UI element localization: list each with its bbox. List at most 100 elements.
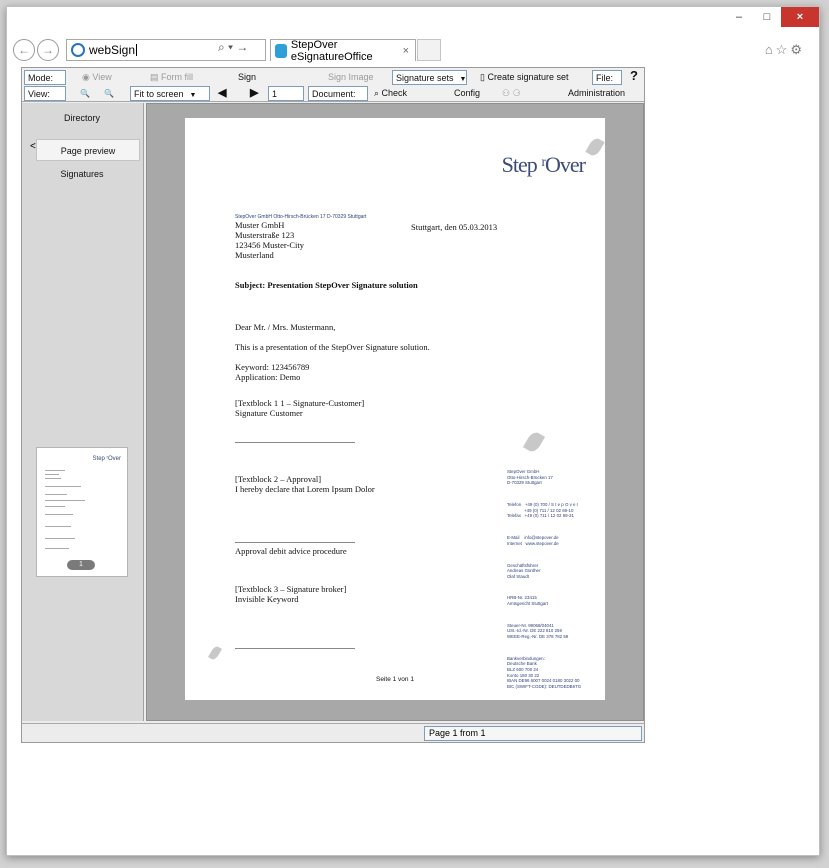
page-footer: Seite 1 von 1 bbox=[376, 676, 414, 683]
address-line: 123456 Muster-City bbox=[235, 240, 305, 250]
footer-block: Bankverbindungen: Deutsche Bank BLZ 600 … bbox=[507, 655, 582, 689]
back-button[interactable]: ← bbox=[13, 39, 35, 61]
page-number-input[interactable]: 1 bbox=[268, 86, 304, 101]
textblock-3-text: Invisible Keyword bbox=[235, 594, 299, 604]
browser-window: ‒ □ × ← → webSign ⌕ ▾ → StepOver eSignat… bbox=[6, 6, 820, 856]
letter-intro: This is a presentation of the StepOver S… bbox=[235, 342, 430, 352]
address-line: Musterstraße 123 bbox=[235, 230, 295, 240]
home-favorites-settings-icons[interactable]: ⌂☆⚙ bbox=[765, 42, 805, 58]
textblock-1-label: [Textblock 1 1 – Signature-Customer] bbox=[235, 398, 365, 408]
thumb-line bbox=[45, 500, 85, 501]
footer-block: Steuer-Nr. 99068/04041 USt.-Id.-Nr. DE 2… bbox=[507, 622, 569, 640]
zoom-out-icon[interactable]: 🔍 bbox=[104, 86, 114, 101]
thumbnail-logo: Step ʳOver bbox=[92, 456, 121, 462]
signature-line[interactable] bbox=[235, 442, 355, 443]
thumb-line bbox=[45, 514, 73, 515]
sidebar: Directory Page preview < Signatures Step… bbox=[22, 103, 144, 721]
leaf-icon bbox=[208, 644, 222, 662]
eye-icon: ◉ bbox=[82, 72, 93, 82]
ie-icon bbox=[71, 43, 85, 57]
document-page: Step ʳOver StepOver GmbH Otto-Hirsch-Brü… bbox=[185, 118, 605, 700]
config-button[interactable]: Config bbox=[454, 86, 480, 101]
form-icon: ▤ bbox=[150, 72, 162, 82]
footer-block: HRB-Nr. 23415 Amtsgericht Stuttgart bbox=[507, 595, 548, 607]
form-fill-button[interactable]: ▤ Form fill bbox=[150, 70, 193, 85]
footer-block: E-Mail info@stepover.de Internet www.ste… bbox=[507, 535, 559, 546]
letter-application: Application: Demo bbox=[235, 372, 301, 382]
sign-button[interactable]: Sign bbox=[238, 70, 256, 85]
zoom-in-icon[interactable]: 🔍 bbox=[80, 86, 90, 101]
previous-page-button[interactable]: ◀ bbox=[218, 86, 226, 99]
page-status: Page 1 from 1 bbox=[424, 726, 642, 741]
mode-label: Mode: bbox=[24, 70, 66, 85]
document-label: Document: bbox=[308, 86, 368, 101]
arrow-left-icon: ◀ bbox=[218, 87, 227, 99]
search-refresh-icons[interactable]: ⌕ ▾ → bbox=[218, 40, 248, 55]
arrow-right-icon: ▶ bbox=[250, 87, 259, 99]
minimize-button[interactable]: ‒ bbox=[725, 7, 753, 27]
close-window-button[interactable]: × bbox=[781, 7, 819, 27]
page-thumbnail[interactable]: Step ʳOver 1 bbox=[36, 447, 128, 577]
sidebar-item-signatures[interactable]: Signatures bbox=[22, 163, 142, 185]
approval-text: Approval debit advice procedure bbox=[235, 546, 347, 556]
maximize-button[interactable]: □ bbox=[753, 7, 781, 27]
collapse-arrow-icon[interactable]: < bbox=[30, 141, 36, 152]
thumb-line bbox=[45, 506, 65, 507]
thumb-line bbox=[45, 470, 65, 471]
status-bar: Page 1 from 1 bbox=[22, 723, 644, 742]
favicon-icon bbox=[275, 43, 287, 58]
next-page-button[interactable]: ▶ bbox=[250, 86, 258, 99]
thumb-line bbox=[45, 478, 61, 479]
new-tab-button[interactable] bbox=[417, 39, 441, 61]
sidebar-item-page-preview[interactable]: Page preview bbox=[36, 139, 140, 161]
address-line: Muster GmbH bbox=[235, 220, 285, 230]
text-cursor bbox=[136, 44, 138, 56]
tab-title: StepOver eSignatureOffice bbox=[290, 38, 373, 63]
view-label: View: bbox=[24, 86, 66, 101]
chevron-down-icon: ▼ bbox=[189, 92, 197, 99]
thumbnail-page-badge: 1 bbox=[67, 560, 95, 570]
thumb-line bbox=[45, 494, 67, 495]
footer-block: StepOver GmbH Otto-Hirsch-Brücken 17 D-7… bbox=[507, 469, 553, 486]
back-icon: ← bbox=[18, 43, 30, 57]
file-label: File: bbox=[592, 70, 622, 85]
document-viewer[interactable]: Step ʳOver StepOver GmbH Otto-Hirsch-Brü… bbox=[146, 103, 644, 721]
thumb-line bbox=[45, 526, 71, 527]
thumb-line bbox=[45, 486, 81, 487]
sidebar-item-directory[interactable]: Directory bbox=[22, 107, 142, 129]
textblock-2-label: [Textblock 2 – Approval] bbox=[235, 474, 322, 484]
thumb-line bbox=[45, 548, 69, 549]
textblock-2-text: I hereby declare that Lorem Ipsum Dolor bbox=[235, 484, 375, 494]
stepover-logo: Step ʳOver bbox=[501, 152, 586, 177]
leaf-icon bbox=[522, 429, 546, 455]
search-icon: ⌕ bbox=[374, 88, 382, 98]
window-controls: ‒ □ × bbox=[725, 7, 819, 29]
fit-dropdown[interactable]: Fit to screen ▼ bbox=[130, 86, 210, 101]
textblock-3-label: [Textblock 3 – Signature broker] bbox=[235, 584, 347, 594]
navigation-bar: ← → webSign ⌕ ▾ → StepOver eSignatureOff… bbox=[13, 37, 813, 63]
esignature-app: Mode: ◉ View ▤ Form fill Sign Sign Image… bbox=[21, 67, 645, 743]
administration-button[interactable]: Administration bbox=[568, 86, 625, 101]
chevron-down-icon: ▼ bbox=[459, 76, 467, 83]
signature-line[interactable] bbox=[235, 542, 355, 543]
forward-button[interactable]: → bbox=[37, 39, 59, 61]
help-icon[interactable]: ? bbox=[630, 68, 638, 83]
letter-date: Stuttgart, den 05.03.2013 bbox=[411, 222, 498, 232]
check-button[interactable]: ⌕ Check bbox=[374, 86, 407, 101]
textblock-1-text: Signature Customer bbox=[235, 408, 303, 418]
users-icon[interactable]: ⚇ ⚆ bbox=[502, 86, 521, 101]
footer-block: Geschäftsführer Andreas Günther Olaf Sta… bbox=[507, 562, 541, 579]
tab-close-icon[interactable]: × bbox=[403, 45, 409, 57]
create-signature-set-button[interactable]: ▯ Create signature set bbox=[480, 70, 569, 85]
letter-keyword: Keyword: 123456789 bbox=[235, 362, 310, 372]
signature-line[interactable] bbox=[235, 648, 355, 649]
sign-image-button[interactable]: Sign Image bbox=[328, 70, 374, 85]
forward-icon: → bbox=[42, 43, 54, 57]
address-line: Musterland bbox=[235, 250, 274, 260]
signature-sets-dropdown[interactable]: Signature sets ▼ bbox=[392, 70, 467, 85]
company-footer: StepOver GmbH Otto-Hirsch-Brücken 17 D-7… bbox=[507, 458, 597, 706]
thumb-line bbox=[45, 474, 59, 475]
leaf-icon bbox=[585, 136, 605, 158]
view-mode-button[interactable]: ◉ View bbox=[82, 70, 112, 85]
browser-tab[interactable]: StepOver eSignatureOffice × bbox=[270, 38, 416, 63]
